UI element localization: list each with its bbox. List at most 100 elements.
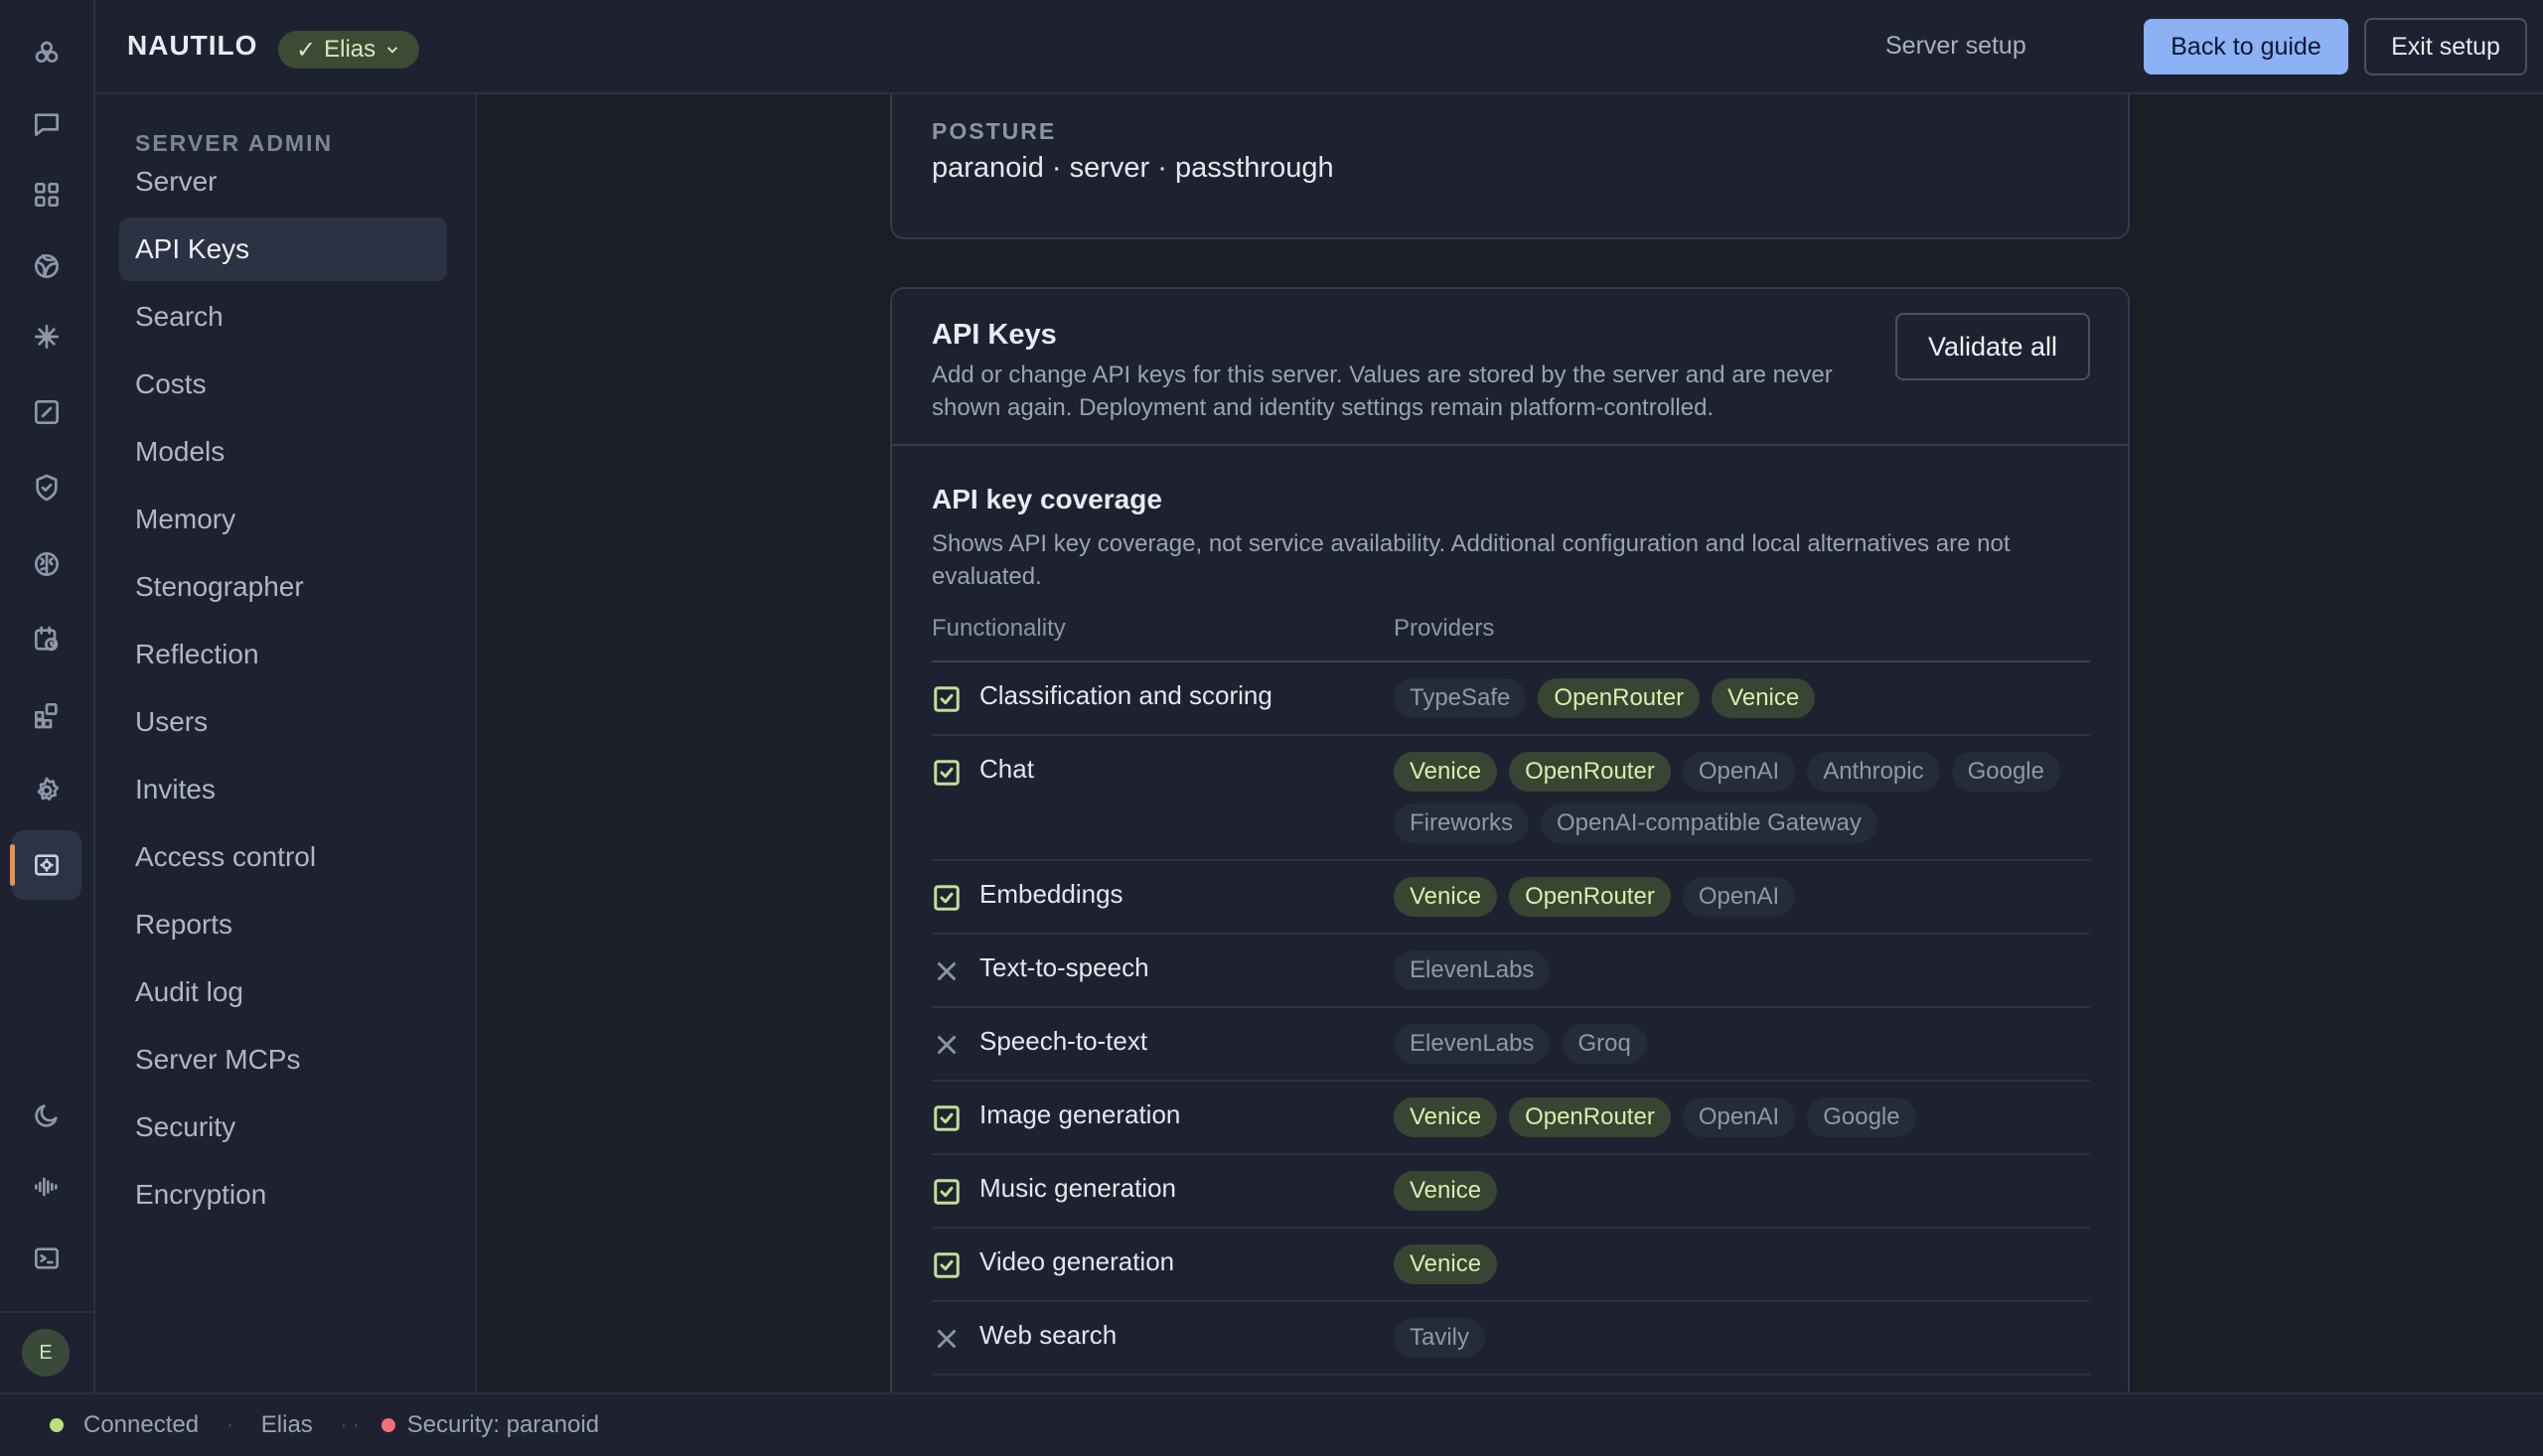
user-switcher[interactable]: ✓ Elias: [278, 31, 420, 69]
table-row: Classification and scoring TypeSafe OpenRo…: [932, 662, 2090, 736]
server-admin-icon[interactable]: [10, 830, 81, 900]
provider-list: ElevenLabs Groq: [1394, 1024, 2089, 1064]
api-keys-title: API Keys: [932, 319, 1057, 351]
checkbox-checked-icon: [932, 758, 962, 788]
sidebar-item-stenographer[interactable]: Stenographer: [119, 555, 447, 619]
provider-badge: OpenAI: [1682, 1097, 1796, 1137]
table-row: Video generation Venice: [932, 1229, 2090, 1302]
provider-badge: OpenAI-compatible Gateway: [1541, 803, 1877, 843]
provider-list: TypeSafe OpenRouter Venice: [1394, 678, 2089, 718]
grid-icon[interactable]: [12, 160, 81, 229]
provider-list: Venice OpenRouter OpenAI: [1394, 877, 2089, 917]
app-brand: NAUTILO: [127, 30, 258, 61]
coverage-title: API key coverage: [932, 484, 1162, 514]
provider-badge: Fireworks: [1394, 803, 1530, 843]
moon-icon[interactable]: [12, 1081, 81, 1150]
checkbox-checked-icon: [932, 1103, 962, 1133]
functionality-name: Image generation: [979, 1099, 1181, 1129]
security-status: Security: paranoid: [406, 1411, 600, 1438]
globe-icon[interactable]: [12, 231, 81, 301]
provider-badge: Venice: [1394, 1171, 1498, 1211]
provider-badge: OpenRouter: [1509, 1097, 1671, 1137]
user-chip-label: Elias: [324, 36, 376, 63]
edit-icon[interactable]: [12, 377, 81, 447]
functionality-name: Music generation: [979, 1173, 1176, 1203]
table-row: Web search Tavily: [932, 1302, 2090, 1376]
provider-badge: OpenRouter: [1509, 877, 1671, 917]
icon-rail: E: [0, 0, 95, 1392]
chevron-down-icon: [386, 47, 398, 54]
server-setup-label: Server setup: [1885, 32, 2026, 60]
provider-list: Venice: [1394, 1171, 2089, 1211]
sidebar-item-models[interactable]: Models: [119, 420, 447, 484]
sidebar-item-server[interactable]: Server: [119, 150, 447, 214]
posture-label: POSTURE: [932, 118, 1057, 144]
functionality-name: Embeddings: [979, 879, 1123, 909]
checkbox-checked-icon: [932, 1177, 962, 1207]
logo-icon[interactable]: [12, 18, 81, 87]
main-content[interactable]: POSTURE paranoid · server · passthrough …: [479, 94, 2543, 1392]
provider-badge: Venice: [1712, 678, 1816, 718]
terminal-icon[interactable]: [12, 1224, 81, 1293]
sidebar-item-invites[interactable]: Invites: [119, 758, 447, 821]
gear-icon[interactable]: [12, 756, 81, 825]
connection-status: Connected: [83, 1411, 200, 1438]
check-icon: ✓: [296, 36, 317, 64]
sidebar-item-access-control[interactable]: Access control: [119, 825, 447, 889]
sidebar-item-search[interactable]: Search: [119, 285, 447, 349]
provider-badge: OpenAI: [1682, 752, 1796, 792]
checkbox-checked-icon: [932, 883, 962, 913]
audio-wave-icon[interactable]: [12, 1152, 81, 1222]
separator: ·: [226, 1413, 233, 1436]
table-row: Chat Venice OpenRouter OpenAI Anthropic Googl…: [932, 736, 2090, 861]
provider-badge: ElevenLabs: [1394, 1024, 1551, 1064]
x-icon: [932, 956, 962, 986]
avatar[interactable]: E: [22, 1329, 70, 1377]
functionality-name: Video generation: [979, 1246, 1175, 1276]
column-header-functionality: Functionality: [932, 615, 1066, 642]
validate-all-button[interactable]: Validate all: [1895, 313, 2090, 380]
separator: · ·: [340, 1413, 360, 1436]
calendar-clock-icon[interactable]: [12, 605, 81, 674]
shield-icon[interactable]: [12, 453, 81, 522]
sidebar-item-users[interactable]: Users: [119, 690, 447, 754]
chat-icon[interactable]: [12, 89, 81, 159]
sidebar-item-security[interactable]: Security: [119, 1095, 447, 1159]
brain-icon[interactable]: [12, 529, 81, 599]
sparkle-icon[interactable]: [12, 302, 81, 371]
sidebar-item-server-mcps[interactable]: Server MCPs: [119, 1028, 447, 1092]
status-user: Elias: [260, 1411, 313, 1438]
provider-list: ElevenLabs: [1394, 950, 2089, 990]
sidebar-item-memory[interactable]: Memory: [119, 488, 447, 551]
provider-badge: Venice: [1394, 752, 1498, 792]
api-keys-card: API Keys Add or change API keys for this…: [890, 287, 2130, 1392]
provider-list: Venice OpenRouter OpenAI Anthropic Google Fir…: [1394, 752, 2089, 843]
provider-badge: Venice: [1394, 877, 1498, 917]
posture-card: POSTURE paranoid · server · passthrough: [890, 94, 2130, 239]
functionality-name: Web search: [979, 1320, 1118, 1350]
exit-setup-button[interactable]: Exit setup: [2364, 18, 2527, 75]
sidebar-item-reflection[interactable]: Reflection: [119, 623, 447, 686]
apps-icon[interactable]: [12, 680, 81, 750]
security-dot: [380, 1418, 395, 1432]
provider-badge: ElevenLabs: [1394, 950, 1551, 990]
table-row: Text-to-speech ElevenLabs: [932, 935, 2090, 1008]
sidebar-item-reports[interactable]: Reports: [119, 893, 447, 956]
sidebar-item-api-keys[interactable]: API Keys: [119, 218, 447, 281]
top-bar: NAUTILO ✓ Elias Server setup Back to gui…: [95, 0, 2543, 94]
sidebar-item-encryption[interactable]: Encryption: [119, 1163, 447, 1227]
provider-list: Tavily: [1394, 1318, 2089, 1358]
provider-badge: TypeSafe: [1394, 678, 1527, 718]
provider-badge: OpenRouter: [1538, 678, 1701, 718]
provider-badge: Google: [1951, 752, 2060, 792]
provider-badge: Venice: [1394, 1097, 1498, 1137]
functionality-name: Classification and scoring: [979, 680, 1272, 710]
provider-badge: Google: [1807, 1097, 1916, 1137]
back-to-guide-button[interactable]: Back to guide: [2144, 19, 2348, 74]
x-icon: [932, 1030, 962, 1060]
provider-list: Venice OpenRouter OpenAI Google: [1394, 1097, 2089, 1137]
provider-badge: Anthropic: [1807, 752, 1940, 792]
sidebar-item-audit-log[interactable]: Audit log: [119, 960, 447, 1024]
sidebar-item-costs[interactable]: Costs: [119, 353, 447, 416]
table-row: Embeddings Venice OpenRouter OpenAI: [932, 861, 2090, 935]
